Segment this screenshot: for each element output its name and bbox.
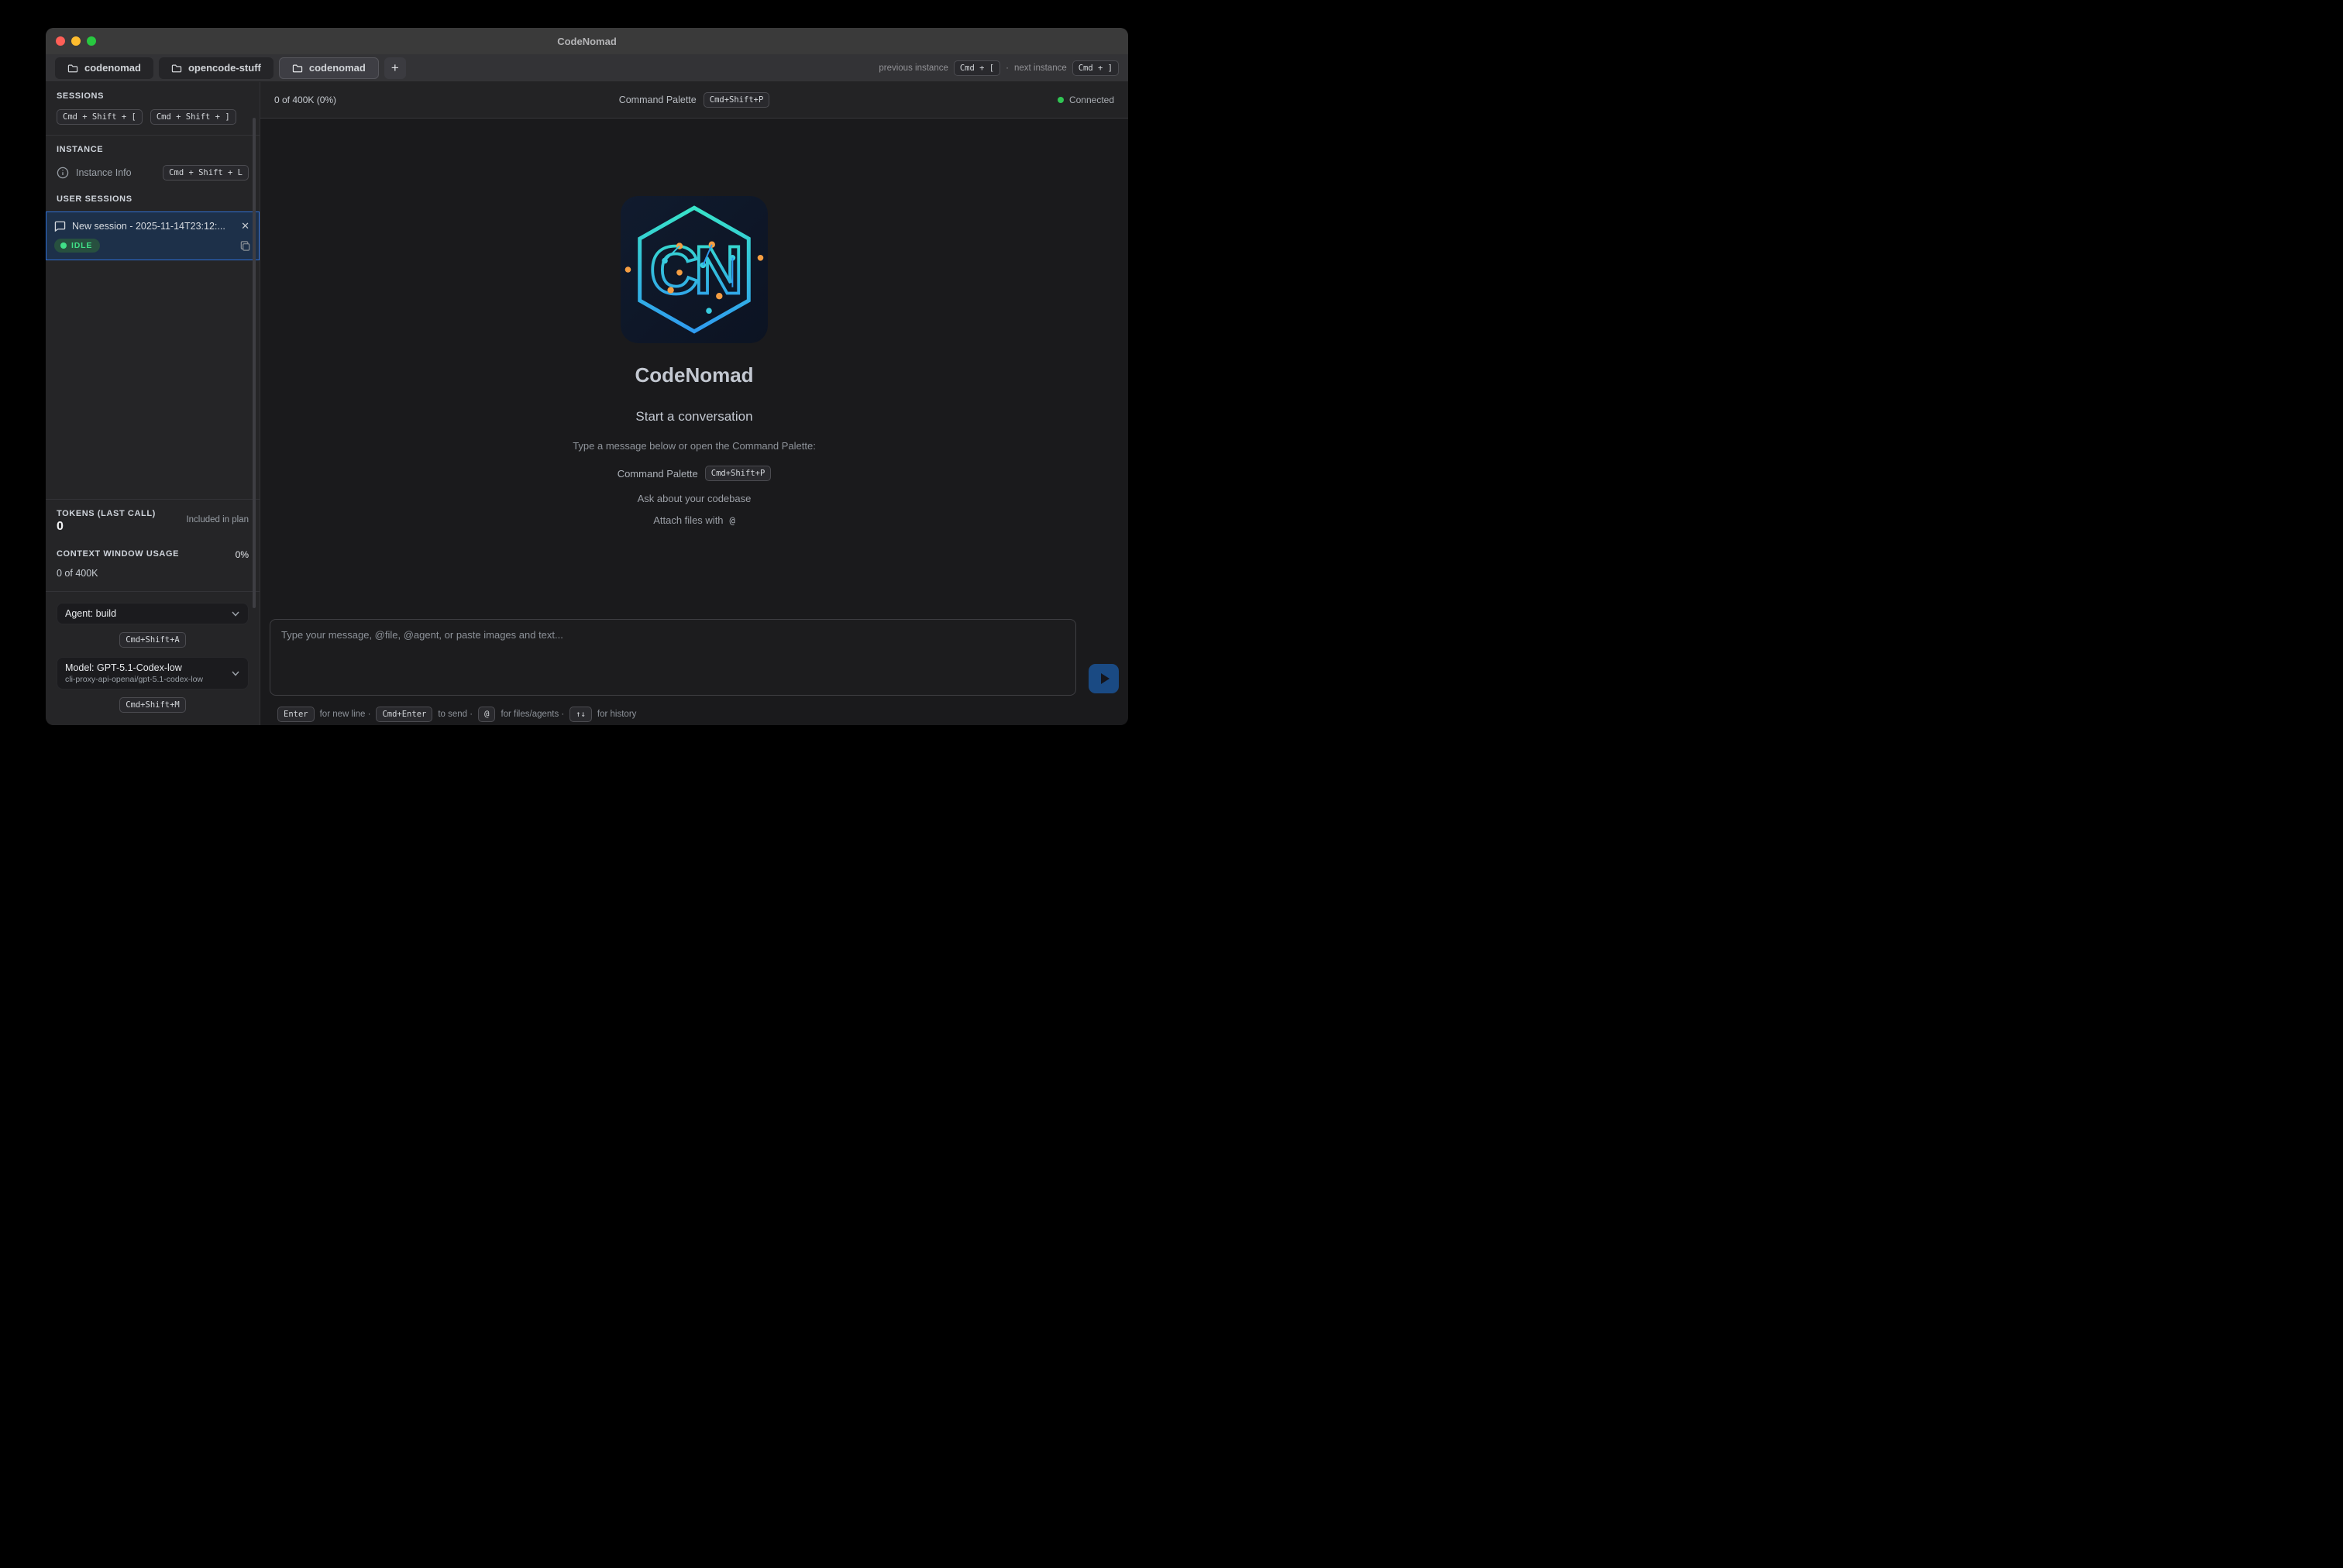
session-status-badge: IDLE [54, 239, 100, 253]
next-instance-label: next instance [1014, 64, 1067, 73]
agent-shortcut[interactable]: Cmd+Shift+A [119, 632, 186, 648]
agent-model-controls: Agent: build Cmd+Shift+A Model: GPT-5.1-… [46, 591, 260, 725]
previous-instance-label: previous instance [879, 64, 948, 73]
at-symbol: @ [730, 515, 735, 526]
connection-status: Connected [1058, 95, 1114, 105]
hint-text: for history [597, 710, 637, 719]
main-area: 0 of 400K (0%) Command Palette Cmd+Shift… [260, 82, 1128, 725]
previous-instance-shortcut[interactable]: Cmd + [ [954, 60, 1000, 76]
message-input[interactable] [270, 619, 1076, 696]
connected-label: Connected [1069, 95, 1114, 105]
send-button[interactable] [1089, 664, 1119, 693]
context-usage-header: CONTEXT WINDOW USAGE [57, 549, 179, 560]
connected-dot [1058, 97, 1064, 103]
play-icon [1101, 673, 1110, 684]
attach-files-hint: Attach files with [653, 514, 723, 526]
folder-icon [67, 64, 78, 73]
titlebar: CodeNomad [46, 28, 1128, 54]
session-title: New session - 2025-11-14T23:12:... [72, 221, 233, 232]
tab-opencode-stuff[interactable]: opencode-stuff [159, 57, 274, 79]
next-session-shortcut[interactable]: Cmd + Shift + ] [150, 109, 236, 125]
command-palette-label: Command Palette [619, 95, 697, 105]
sidebar-scrollbar[interactable] [253, 118, 256, 608]
tab-codenomad-1[interactable]: codenomad [55, 57, 153, 79]
minimize-window-button[interactable] [71, 36, 81, 46]
codebase-hint: Ask about your codebase [638, 493, 752, 504]
instruction-text: Type a message below or open the Command… [573, 440, 816, 452]
app-name-heading: CodeNomad [635, 363, 753, 387]
close-session-icon[interactable]: ✕ [239, 220, 251, 232]
close-window-button[interactable] [56, 36, 65, 46]
traffic-lights [56, 28, 96, 54]
enter-shortcut: Enter [277, 707, 315, 722]
tokens-header: TOKENS (LAST CALL) [57, 509, 156, 518]
context-usage-detail: 0 of 400K [57, 568, 249, 591]
app-logo: CN [621, 196, 768, 343]
logo-monogram: CN [650, 232, 739, 308]
instance-header: INSTANCE [46, 145, 260, 154]
app-window: CodeNomad codenomad opencode-stuff coden… [46, 28, 1128, 725]
history-arrows-shortcut: ↑↓ [569, 707, 592, 722]
command-palette-hint-shortcut[interactable]: Cmd+Shift+P [705, 466, 772, 481]
model-select-sub: cli-proxy-api-openai/gpt-5.1-codex-low [65, 675, 231, 684]
chevron-down-icon [231, 669, 240, 678]
copy-session-icon[interactable] [239, 240, 251, 252]
cmd-enter-shortcut: Cmd+Enter [376, 707, 432, 722]
sessions-header: SESSIONS [46, 91, 260, 101]
status-bar: 0 of 400K (0%) Command Palette Cmd+Shift… [260, 82, 1128, 119]
model-select[interactable]: Model: GPT-5.1-Codex-low cli-proxy-api-o… [57, 657, 249, 689]
separator-dot: · [1006, 64, 1009, 73]
session-list-item[interactable]: New session - 2025-11-14T23:12:... ✕ IDL… [46, 211, 260, 260]
composer [260, 619, 1128, 696]
new-tab-button[interactable]: + [384, 57, 406, 79]
instance-info-shortcut[interactable]: Cmd + Shift + L [163, 165, 249, 181]
hint-text: for files/agents · [501, 710, 564, 719]
agent-select[interactable]: Agent: build [57, 603, 249, 624]
instance-info-label: Instance Info [76, 167, 156, 178]
agent-select-label: Agent: build [65, 608, 231, 619]
tab-bar: codenomad opencode-stuff codenomad + pre… [46, 54, 1128, 82]
next-instance-shortcut[interactable]: Cmd + ] [1072, 60, 1119, 76]
tab-label: codenomad [84, 62, 141, 74]
sessions-shortcuts: Cmd + Shift + [ Cmd + Shift + ] [46, 101, 260, 136]
user-sessions-header: USER SESSIONS [46, 193, 260, 211]
zoom-window-button[interactable] [87, 36, 96, 46]
tab-label: opencode-stuff [188, 62, 261, 74]
start-conversation-heading: Start a conversation [635, 409, 752, 425]
instance-switcher: previous instance Cmd + [ · next instanc… [879, 60, 1119, 76]
status-dot [60, 242, 67, 249]
tokens-value: 0 [57, 520, 156, 534]
context-usage-percent: 0% [236, 549, 249, 560]
tab-codenomad-2-active[interactable]: codenomad [279, 57, 379, 79]
empty-state: CN CodeNomad [260, 119, 1128, 619]
model-select-label: Model: GPT-5.1-Codex-low [65, 662, 231, 673]
command-palette-shortcut[interactable]: Cmd+Shift+P [704, 92, 770, 108]
command-palette-hint-label: Command Palette [618, 468, 698, 480]
instance-info-row[interactable]: Instance Info Cmd + Shift + L [46, 154, 260, 193]
model-shortcut[interactable]: Cmd+Shift+M [119, 697, 186, 713]
tab-label: codenomad [309, 62, 366, 74]
chevron-down-icon [231, 609, 240, 618]
sidebar: SESSIONS Cmd + Shift + [ Cmd + Shift + ]… [46, 82, 260, 725]
composer-hints: Enter for new line · Cmd+Enter to send ·… [260, 696, 1128, 725]
at-shortcut: @ [478, 707, 495, 722]
chat-bubble-icon [54, 221, 66, 232]
tokens-note: Included in plan [186, 515, 249, 524]
info-icon [57, 167, 69, 179]
hint-text: to send · [438, 710, 473, 719]
token-stats: TOKENS (LAST CALL) 0 Included in plan CO… [46, 499, 260, 591]
context-usage-indicator: 0 of 400K (0%) [274, 95, 336, 105]
hint-text: for new line · [320, 710, 371, 719]
prev-session-shortcut[interactable]: Cmd + Shift + [ [57, 109, 143, 125]
folder-icon [292, 64, 303, 73]
window-title: CodeNomad [557, 36, 617, 47]
folder-icon [171, 64, 182, 73]
